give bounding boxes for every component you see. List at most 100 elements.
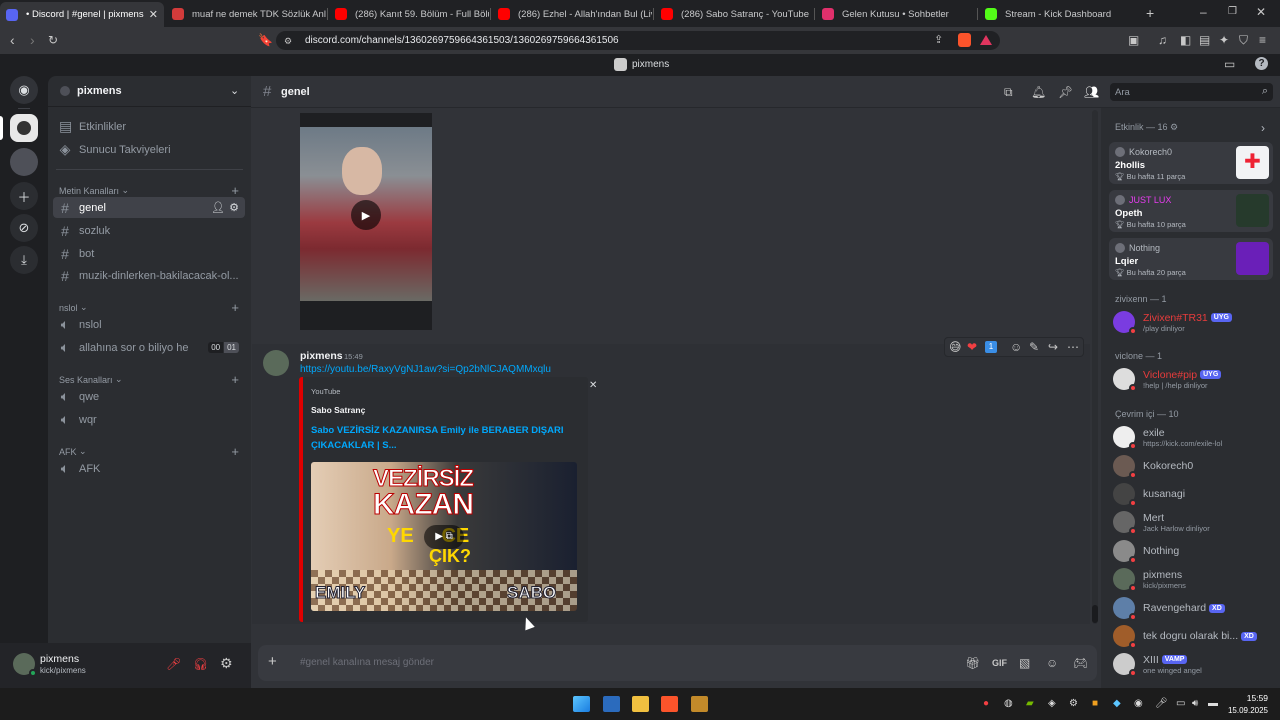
activity-card[interactable]: Kokorech0 2hollis 🏆︎ Bu hafta 11 parça ✚ bbox=[1109, 142, 1273, 184]
member-item[interactable]: tek dogru olarak bi... XD bbox=[1113, 624, 1278, 649]
clock-time[interactable]: 15:59 bbox=[1244, 693, 1268, 703]
one-reaction-icon[interactable]: 1 bbox=[985, 341, 997, 353]
tray-icon[interactable]: ● bbox=[983, 698, 989, 709]
volume-icon[interactable]: 🔊︎ bbox=[1192, 698, 1198, 709]
member-item[interactable]: XIII VAMP one winged angel bbox=[1113, 652, 1278, 677]
voice-channel-afk[interactable]: 🔈︎ AFK bbox=[53, 458, 245, 479]
member-item[interactable]: Viclone#pip UYG !help | /help dinliyor bbox=[1113, 367, 1278, 392]
voice-channel-qwe[interactable]: 🔈︎ qwe bbox=[53, 386, 245, 407]
message-composer[interactable]: + #genel kanalına mesaj gönder 🎁︎ GIF ▧ … bbox=[258, 645, 1097, 681]
inbox-icon[interactable]: ▭ bbox=[1224, 57, 1235, 71]
nav-boosts[interactable]: ◈ Sunucu Takviyeleri bbox=[53, 139, 245, 160]
mic-icon[interactable]: 🎤︎ bbox=[1155, 698, 1168, 709]
gallery-icon[interactable] bbox=[603, 696, 620, 712]
bell-icon[interactable]: 🔔︎ bbox=[1031, 85, 1046, 99]
file-explorer-icon[interactable] bbox=[632, 696, 649, 712]
attach-plus-icon[interactable]: + bbox=[268, 654, 277, 669]
reader-icon[interactable]: ▣ bbox=[1128, 33, 1139, 47]
clock-date[interactable]: 15.09.2025 bbox=[1226, 706, 1268, 715]
member-item[interactable]: Ravengehard XD bbox=[1113, 596, 1278, 621]
tray-icon[interactable]: ◆ bbox=[1113, 698, 1121, 709]
text-channel[interactable]: # bot bbox=[53, 243, 245, 264]
battery-icon[interactable]: ▬ bbox=[1208, 698, 1218, 709]
ai-icon[interactable]: ✦ bbox=[1219, 33, 1229, 47]
video-attachment[interactable]: ▶ bbox=[300, 113, 432, 330]
category-text-channels[interactable]: Metin Kanalları ⌄ + bbox=[59, 183, 239, 198]
tray-icon[interactable]: ⚙ bbox=[1069, 698, 1078, 709]
pin-icon[interactable]: 📌︎ bbox=[1058, 85, 1073, 99]
user-settings-icon[interactable]: ⚙ bbox=[220, 656, 233, 670]
close-tab-icon[interactable]: ✕ bbox=[149, 8, 158, 21]
add-channel-icon[interactable]: + bbox=[231, 300, 239, 315]
discover-icon[interactable]: ⊘ bbox=[10, 214, 38, 242]
restore-icon[interactable]: ❐ bbox=[1228, 5, 1237, 19]
server-group-icon[interactable] bbox=[10, 148, 38, 176]
voice-channel-nslol[interactable]: 🔈︎ nslol bbox=[53, 314, 245, 335]
headphones-muted-icon[interactable]: 🎧︎ bbox=[193, 657, 208, 671]
browser-tab[interactable]: • Discord | #genel | pixmens ✕ bbox=[0, 2, 164, 27]
nav-events[interactable]: ▤ Etkinlikler bbox=[53, 116, 245, 137]
embed-title[interactable]: Sabo VEZİRSİZ KAZANIRSA Emily ile BERABE… bbox=[311, 423, 576, 453]
category-afk[interactable]: AFK ⌄ + bbox=[59, 444, 239, 459]
search-input[interactable]: Ara ⌕ bbox=[1110, 83, 1273, 101]
sidebar-icon[interactable]: ◧ bbox=[1180, 33, 1191, 47]
steam-icon[interactable]: ◍ bbox=[1004, 698, 1013, 709]
discord-home-icon[interactable]: ◉ bbox=[10, 76, 38, 104]
play-icon[interactable]: ▶ bbox=[351, 200, 381, 230]
apps-icon[interactable]: 🎮︎ bbox=[1073, 656, 1088, 670]
add-server-icon[interactable]: ＋ bbox=[10, 182, 38, 210]
gift-icon[interactable]: 🎁︎ bbox=[965, 656, 980, 670]
network-icon[interactable]: ▭ bbox=[1176, 698, 1185, 709]
media-icon[interactable]: ♫ bbox=[1158, 33, 1167, 47]
browser-tab[interactable]: muaf ne demek TDK Sözlük Anlamı bbox=[166, 3, 326, 25]
text-channel[interactable]: # genel 👤︎ ⚙ bbox=[53, 197, 245, 218]
category-voice-channels[interactable]: Ses Kanalları ⌄ + bbox=[59, 372, 239, 387]
avatar[interactable] bbox=[13, 653, 37, 677]
chat-scrollbar[interactable] bbox=[1092, 110, 1098, 624]
brave-icon[interactable] bbox=[661, 696, 678, 712]
embed-thumbnail[interactable]: VEZİRSİZ KAZAN YE CE ÇIK? EMILY SABO ▶ ⧉ bbox=[311, 462, 577, 611]
invite-icon[interactable]: 👤︎ bbox=[211, 201, 225, 214]
brave-shield-icon[interactable] bbox=[958, 33, 971, 47]
embed-author[interactable]: Sabo Satranç bbox=[311, 405, 365, 415]
tray-icon[interactable]: ◈ bbox=[1048, 698, 1056, 709]
emoji-reaction-icon[interactable]: 😅 bbox=[949, 340, 962, 354]
new-tab-button[interactable]: + bbox=[1146, 6, 1154, 20]
server-pixmens-icon[interactable] bbox=[10, 114, 38, 142]
menu-icon[interactable]: ≡ bbox=[1259, 33, 1266, 47]
chevron-down-icon[interactable]: ⌄ bbox=[230, 84, 239, 97]
text-channel[interactable]: # sozluk bbox=[53, 220, 245, 241]
member-item[interactable]: pixmens kick/pixmens bbox=[1113, 567, 1278, 592]
forward-icon[interactable]: › bbox=[30, 33, 35, 47]
reload-icon[interactable]: ↻ bbox=[48, 33, 58, 47]
activity-card[interactable]: Nothing Lqier 🏆︎ Bu hafta 20 parça bbox=[1109, 238, 1273, 280]
chevron-right-icon[interactable]: › bbox=[1261, 121, 1265, 135]
add-channel-icon[interactable]: + bbox=[231, 183, 239, 198]
add-reaction-icon[interactable]: ☺ bbox=[1010, 340, 1022, 354]
member-item[interactable]: Kokorech0 bbox=[1113, 454, 1278, 479]
member-list-icon[interactable]: 👥︎ bbox=[1084, 85, 1099, 99]
text-channel[interactable]: # muzik-dinlerken-bakilacacak-ol... bbox=[53, 265, 245, 286]
scroll-thumb[interactable] bbox=[1092, 605, 1098, 623]
share-icon[interactable]: ⇪ bbox=[934, 33, 943, 47]
help-icon[interactable]: ? bbox=[1255, 57, 1268, 70]
voice-channel-wqr[interactable]: 🔈︎ wqr bbox=[53, 409, 245, 430]
back-icon[interactable]: ‹ bbox=[10, 33, 15, 47]
category-nslol[interactable]: nslol ⌄ + bbox=[59, 300, 239, 315]
emoji-icon[interactable]: ☺ bbox=[1046, 656, 1058, 670]
more-icon[interactable]: ⋯ bbox=[1067, 340, 1079, 354]
threads-icon[interactable]: ⧉ bbox=[1004, 85, 1013, 99]
edit-icon[interactable]: ✎ bbox=[1029, 340, 1039, 354]
nvidia-icon[interactable]: ▰ bbox=[1026, 698, 1034, 709]
add-channel-icon[interactable]: + bbox=[231, 372, 239, 387]
brave-rewards-icon[interactable] bbox=[980, 35, 992, 45]
member-item[interactable]: Zivixen#TR31 UYG/play dinliyor bbox=[1113, 310, 1278, 335]
play-icon[interactable]: ▶ ⧉ bbox=[424, 525, 464, 549]
vpn-icon[interactable]: ⛉ bbox=[1239, 33, 1248, 47]
browser-tab[interactable]: (286) Kanıt 59. Bölüm - Full Bölüm - bbox=[329, 3, 489, 25]
member-item[interactable]: Mert Jack Harlow dinliyor bbox=[1113, 510, 1278, 535]
add-channel-icon[interactable]: + bbox=[231, 444, 239, 459]
server-header[interactable]: pixmens ⌄ bbox=[48, 76, 251, 107]
url-field[interactable]: ⚙ discord.com/channels/13602697596643615… bbox=[276, 31, 1000, 50]
channel-settings-icon[interactable]: ⚙ bbox=[229, 201, 239, 214]
